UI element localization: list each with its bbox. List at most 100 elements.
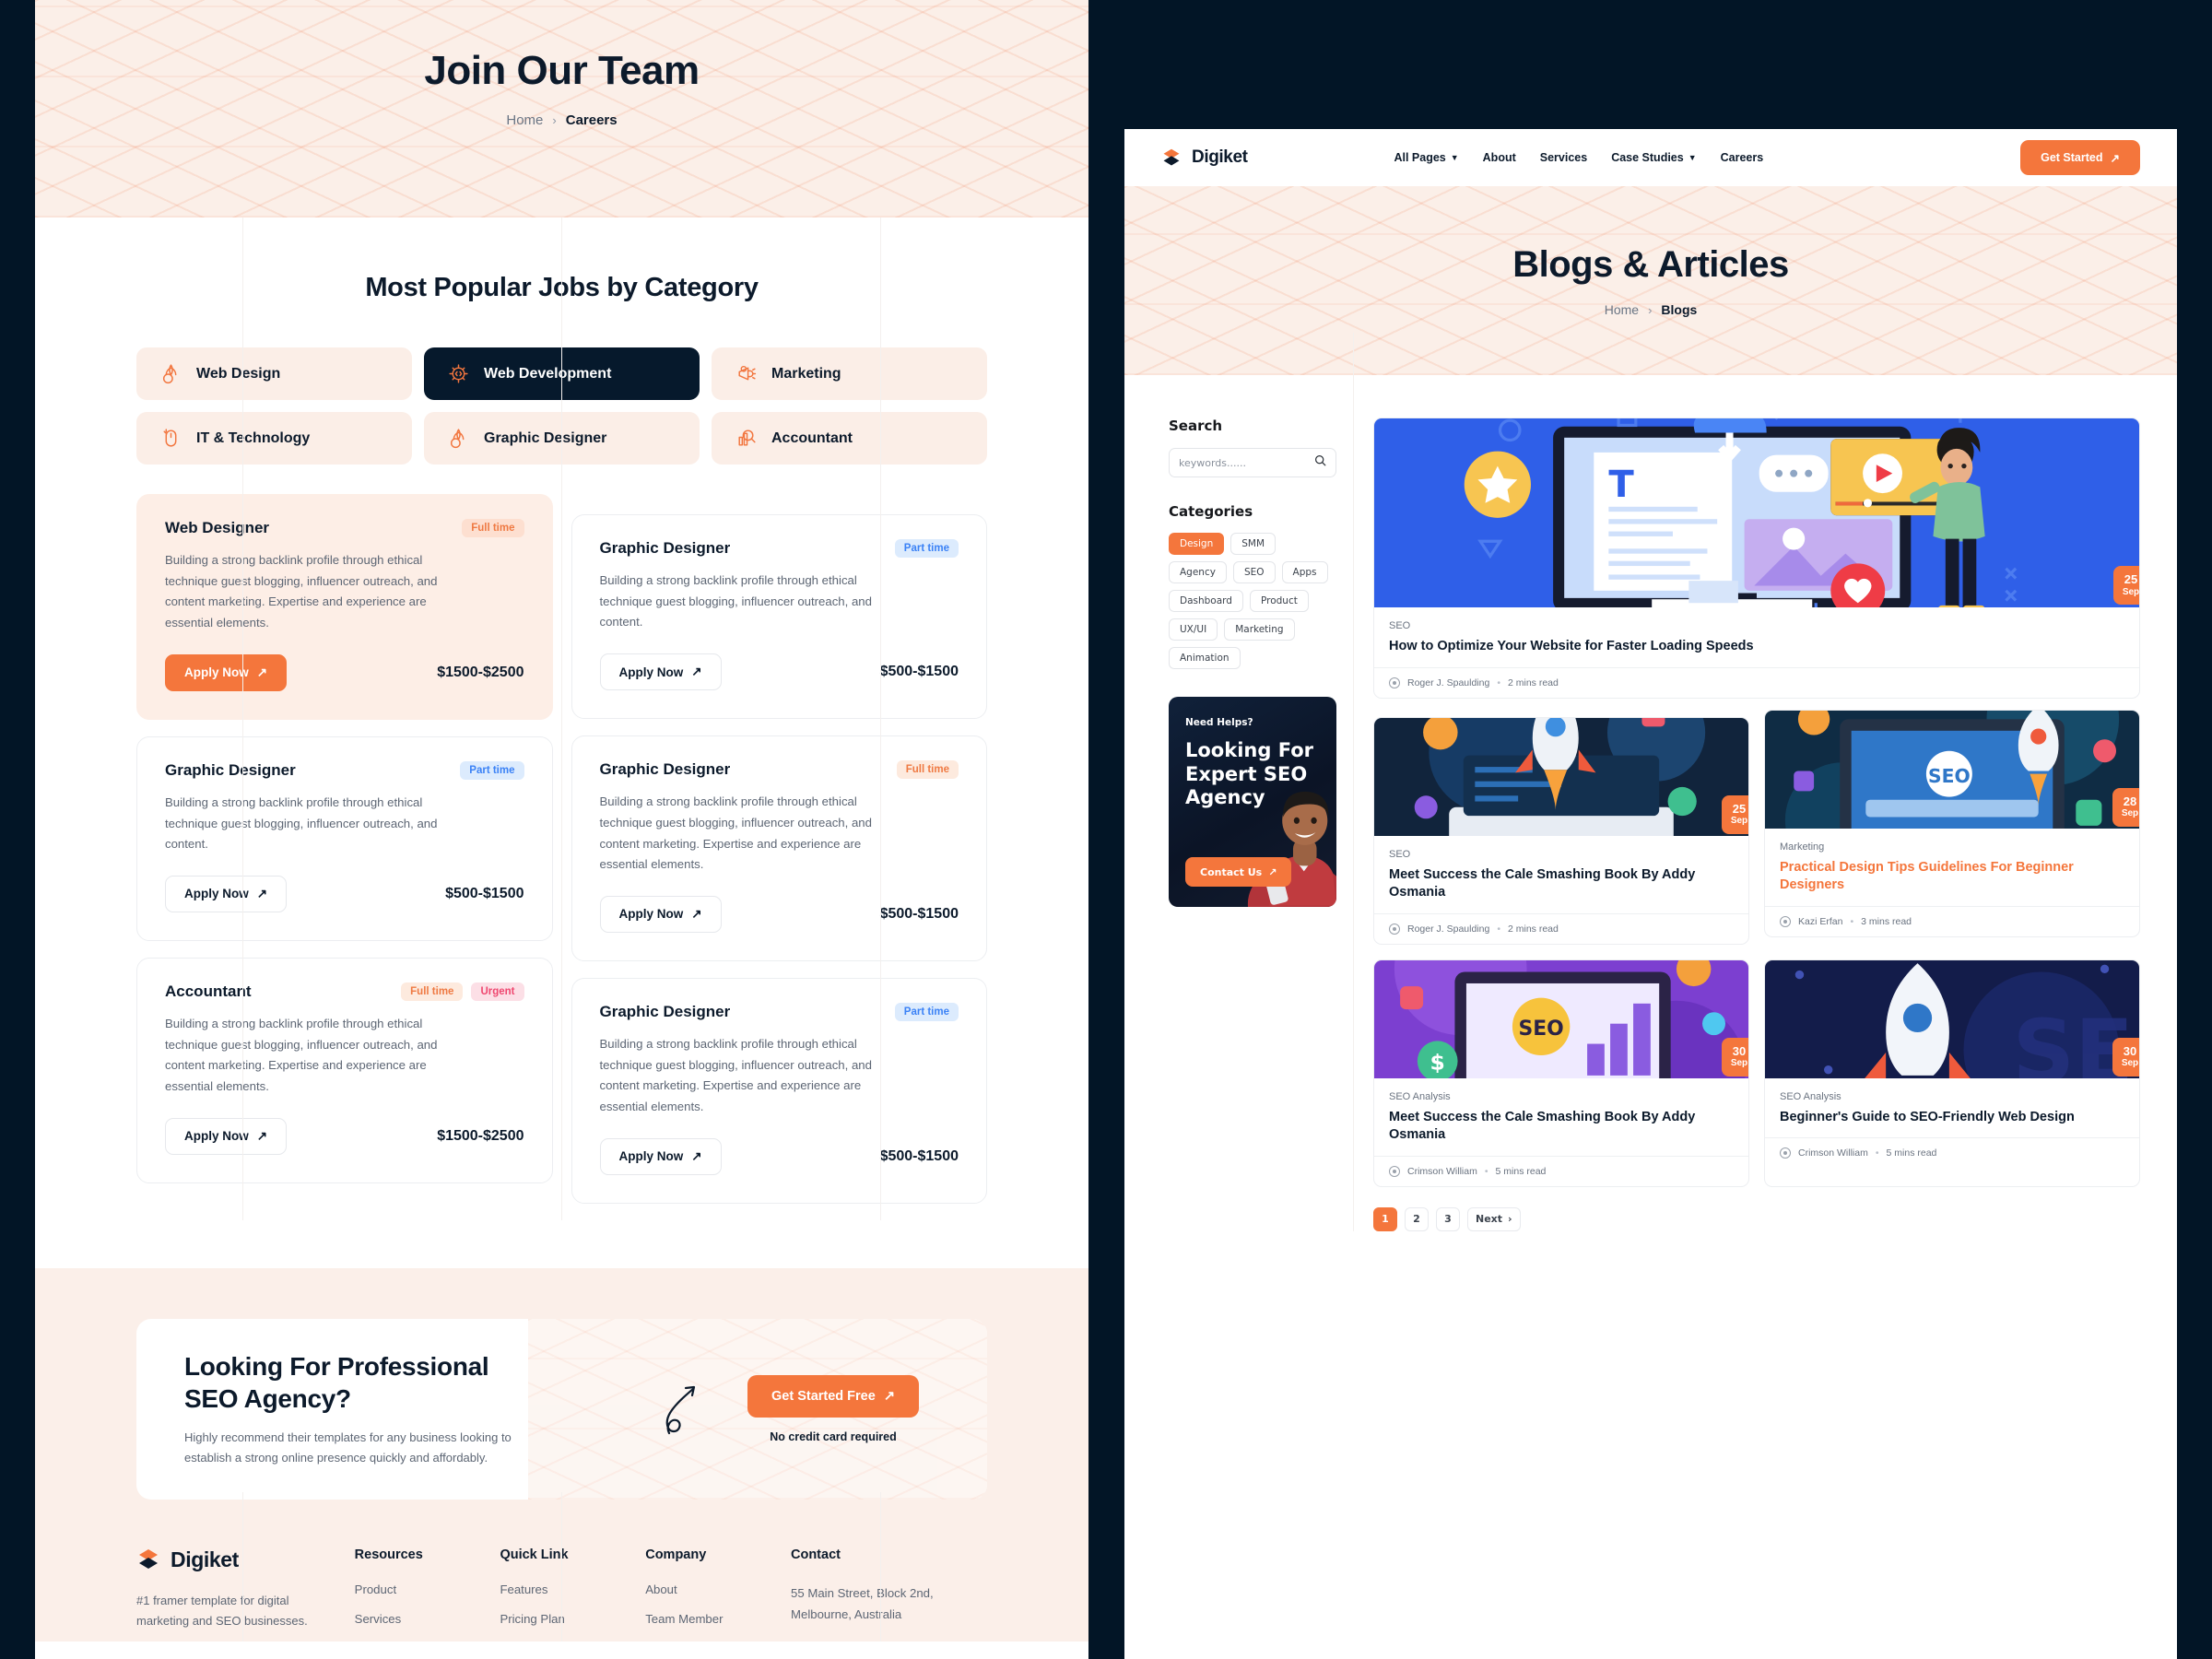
navbar-logo[interactable]: Digiket bbox=[1161, 147, 1248, 168]
get-started-free-button[interactable]: Get Started Free ↗ bbox=[747, 1374, 919, 1418]
chip-label: SMM bbox=[1241, 538, 1265, 549]
category-label: Web Development bbox=[484, 365, 612, 382]
author-avatar-icon bbox=[1780, 915, 1791, 927]
category-chip-design[interactable]: Design bbox=[1169, 533, 1225, 555]
next-page-button[interactable]: Next › bbox=[1467, 1206, 1521, 1231]
job-card-footer: Apply Now ↗ $500-$1500 bbox=[599, 895, 959, 933]
blog-card[interactable]: 30 Sep SEO Analysis Meet Success the Cale S… bbox=[1373, 959, 1749, 1187]
nav-item-case-studies[interactable]: Case Studies ▼ bbox=[1611, 151, 1696, 164]
blog-title[interactable]: Meet Success the Cale Smashing Book By A… bbox=[1389, 1109, 1734, 1145]
job-description: Building a strong backlink profile throu… bbox=[599, 1036, 872, 1114]
chip-label: Product bbox=[1260, 595, 1298, 606]
footer-link[interactable]: Team Member bbox=[645, 1612, 791, 1626]
get-started-button[interactable]: Get Started ↗ bbox=[2020, 140, 2140, 175]
chart-magnifier-icon bbox=[734, 427, 758, 451]
job-tag: Part time bbox=[894, 1002, 959, 1021]
blogs-breadcrumb: Home › Blogs bbox=[1605, 302, 1698, 317]
category-chips: Design SMM Agency SEO Apps Dashboard Product UX… bbox=[1169, 533, 1336, 669]
code-gear-icon bbox=[446, 362, 470, 386]
chevron-right-icon: › bbox=[1508, 1213, 1512, 1226]
category-button-it-technology[interactable]: IT & Technology bbox=[136, 412, 412, 465]
category-chip-smm[interactable]: SMM bbox=[1230, 533, 1277, 555]
footer-link[interactable]: Services bbox=[355, 1612, 500, 1626]
category-chip-dashboard[interactable]: Dashboard bbox=[1169, 590, 1243, 612]
category-chip-animation[interactable]: Animation bbox=[1169, 647, 1241, 669]
blog-card[interactable]: 28 Sep Marketing Practical Design Tips Guid… bbox=[1764, 709, 2140, 937]
apply-now-button[interactable]: Apply Now ↗ bbox=[599, 1137, 722, 1175]
blogs-page-panel: Digiket All Pages ▼ About Services Case Stud… bbox=[1124, 129, 2177, 1659]
featured-blog-card[interactable]: T 25 Sep SEO How to Optimize Your Websit… bbox=[1373, 418, 2140, 699]
chip-label: UX/UI bbox=[1180, 624, 1207, 635]
blog-title[interactable]: Practical Design Tips Guidelines For Beg… bbox=[1780, 859, 2124, 895]
category-chip-seo[interactable]: SEO bbox=[1232, 561, 1276, 583]
job-tags: Full time bbox=[462, 519, 524, 537]
nav-item-label: All Pages bbox=[1394, 151, 1446, 164]
category-button-accountant[interactable]: Accountant bbox=[712, 412, 987, 465]
meta-separator: • bbox=[1850, 915, 1854, 927]
search-input[interactable] bbox=[1179, 456, 1314, 469]
footer-logo[interactable]: Digiket bbox=[136, 1547, 355, 1572]
nav-item-all-pages[interactable]: All Pages ▼ bbox=[1394, 151, 1458, 164]
arrow-up-right-icon: ↗ bbox=[883, 1388, 895, 1404]
navbar-menu: All Pages ▼ About Services Case Studies ▼ Care… bbox=[1394, 151, 1763, 164]
job-card-header: Graphic Designer Part time bbox=[165, 760, 524, 780]
nav-item-careers[interactable]: Careers bbox=[1721, 151, 1764, 164]
apply-now-button[interactable]: Apply Now ↗ bbox=[599, 895, 722, 933]
get-started-free-label: Get Started Free bbox=[771, 1388, 876, 1404]
job-card[interactable]: Graphic Designer Part time Building a stro… bbox=[571, 514, 987, 720]
category-chip-apps[interactable]: Apps bbox=[1281, 561, 1328, 583]
apply-now-label: Apply Now bbox=[618, 907, 684, 922]
category-chip-agency[interactable]: Agency bbox=[1169, 561, 1227, 583]
category-chip-marketing[interactable]: Marketing bbox=[1224, 618, 1295, 641]
nav-item-services[interactable]: Services bbox=[1540, 151, 1587, 164]
author-avatar-icon bbox=[1780, 1147, 1791, 1159]
meta-separator: • bbox=[1484, 1165, 1488, 1177]
job-card[interactable]: Web Designer Full time Building a strong b… bbox=[136, 494, 553, 720]
blogs-sidebar: Search Categories Design SMM Agency SEO Apps… bbox=[1169, 418, 1336, 1231]
breadcrumb-home[interactable]: Home bbox=[1605, 302, 1639, 317]
category-chip-ux-ui[interactable]: UX/UI bbox=[1169, 618, 1218, 641]
footer-link[interactable]: Product bbox=[355, 1583, 500, 1596]
featured-body: SEO How to Optimize Your Website for Fas… bbox=[1374, 607, 2139, 667]
blog-title[interactable]: Meet Success the Cale Smashing Book By A… bbox=[1389, 866, 1734, 902]
nav-item-about[interactable]: About bbox=[1483, 151, 1516, 164]
nav-item-label: Case Studies bbox=[1611, 151, 1684, 164]
page-button-1[interactable]: 1 bbox=[1373, 1206, 1397, 1231]
apply-now-button[interactable]: Apply Now ↗ bbox=[165, 1117, 288, 1155]
date-month: Sep bbox=[2121, 1058, 2139, 1069]
footer-link[interactable]: Pricing Plan bbox=[500, 1612, 645, 1626]
search-icon[interactable] bbox=[1314, 454, 1326, 471]
blog-card[interactable]: 25 Sep SEO Meet Success the Cale Smashing B… bbox=[1373, 716, 1749, 945]
blog-thumbnail bbox=[1765, 960, 2139, 1078]
job-card[interactable]: Graphic Designer Part time Building a stro… bbox=[571, 977, 987, 1204]
job-card[interactable]: Accountant Full time Urgent Building a stro… bbox=[136, 957, 553, 1183]
promo-title: Looking For Expert SEO Agency bbox=[1185, 739, 1313, 809]
apply-now-button[interactable]: Apply Now ↗ bbox=[165, 653, 288, 691]
category-button-web-design[interactable]: Web Design bbox=[136, 347, 412, 400]
footer-brand-col: Digiket #1 framer template for digital m… bbox=[136, 1547, 355, 1641]
category-chip-product[interactable]: Product bbox=[1249, 590, 1309, 612]
grid-guide-line bbox=[880, 218, 881, 1220]
job-description: Building a strong backlink profile throu… bbox=[165, 553, 438, 630]
page-button-3[interactable]: 3 bbox=[1436, 1206, 1460, 1231]
date-day: 25 bbox=[1732, 801, 1747, 816]
apply-now-button[interactable]: Apply Now ↗ bbox=[599, 653, 722, 691]
page-button-2[interactable]: 2 bbox=[1405, 1206, 1429, 1231]
contact-us-button[interactable]: Contact Us ↗ bbox=[1185, 857, 1292, 887]
arrow-up-right-icon: ↗ bbox=[256, 886, 268, 900]
job-card[interactable]: Graphic Designer Part time Building a stro… bbox=[136, 735, 553, 941]
job-card[interactable]: Graphic Designer Full time Building a stro… bbox=[571, 735, 987, 961]
blog-card[interactable]: 30 Sep SEO Analysis Beginner's Guide to SEO… bbox=[1764, 959, 2140, 1187]
featured-thumbnail: T bbox=[1374, 418, 2139, 607]
job-tags: Part time bbox=[894, 539, 959, 558]
cta-band: Looking For Professional SEO Agency? Hig… bbox=[35, 1267, 1088, 1500]
apply-now-button[interactable]: Apply Now ↗ bbox=[165, 875, 288, 912]
search-box[interactable] bbox=[1169, 448, 1336, 477]
footer-link[interactable]: Features bbox=[500, 1583, 645, 1596]
nav-item-label: About bbox=[1482, 151, 1516, 164]
blog-title[interactable]: How to Optimize Your Website for Faster … bbox=[1389, 638, 2124, 656]
category-button-marketing[interactable]: Marketing bbox=[712, 347, 987, 400]
footer-link[interactable]: About bbox=[645, 1583, 791, 1596]
breadcrumb-home[interactable]: Home bbox=[506, 112, 543, 128]
blog-title[interactable]: Beginner's Guide to SEO-Friendly Web Des… bbox=[1780, 1109, 2124, 1127]
